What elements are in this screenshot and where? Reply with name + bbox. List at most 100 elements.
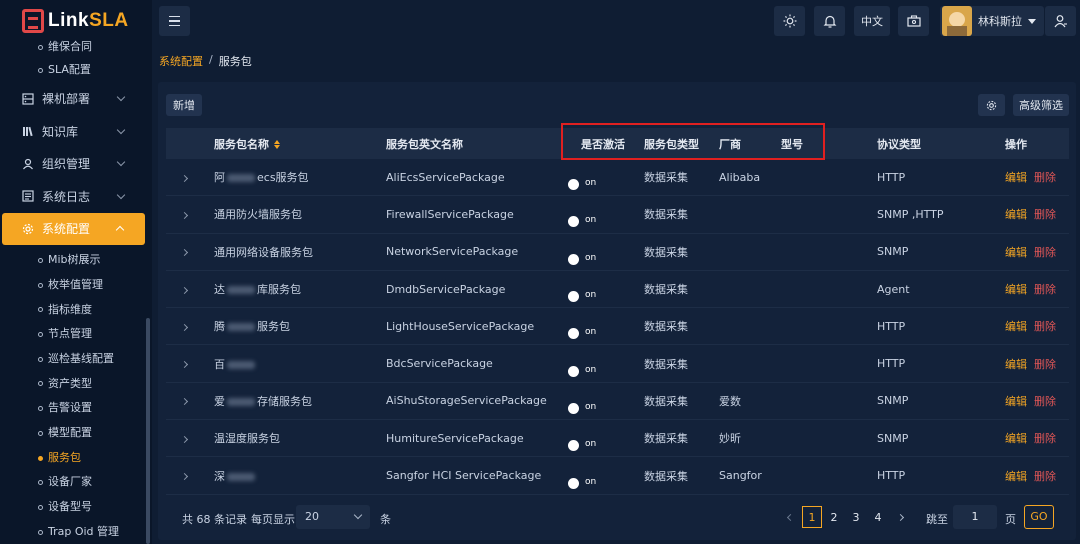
toolbox-button[interactable] (898, 6, 929, 36)
sidebar-item-maintenance-contract[interactable]: 维保合同 (0, 36, 146, 58)
package-name: 达库服务包 (214, 283, 301, 297)
chevron-right-icon (180, 435, 189, 443)
sidebar-item-metric-dimension[interactable]: 指标维度 (0, 298, 146, 323)
sidebar-item-device-model[interactable]: 设备型号 (0, 495, 146, 520)
bullet-icon (38, 282, 43, 288)
advanced-filter-button[interactable]: 高级筛选 (1013, 94, 1069, 116)
notification-button[interactable] (814, 6, 845, 36)
sidebar-group-baremetal[interactable]: 裸机部署 (0, 83, 146, 116)
table-row[interactable]: 通用防火墙服务包 FirewallServicePackage on 数据采集 SNMP… (166, 196, 1069, 234)
sidebar-group-system-config[interactable]: 系统配置 (2, 212, 145, 246)
page-4-button[interactable]: 4 (868, 506, 888, 528)
sidebar-item-enum[interactable]: 枚举值管理 (0, 273, 146, 298)
expand-row-button[interactable] (180, 208, 189, 221)
column-settings-button[interactable] (978, 94, 1005, 116)
bullet-icon (38, 67, 43, 73)
sort-icon[interactable] (274, 140, 280, 149)
breadcrumb-current: 服务包 (218, 55, 252, 68)
table-row[interactable]: 达库服务包 DmdbServicePackage on 数据采集 Agent 编辑 删除 (166, 271, 1069, 309)
page-2-button[interactable]: 2 (824, 506, 844, 528)
page-size-select[interactable]: 20 (296, 505, 370, 529)
sidebar-item-service-package[interactable]: 服务包 (0, 446, 146, 471)
page-1-button[interactable]: 1 (802, 506, 822, 528)
edit-button[interactable]: 编辑 (1005, 393, 1027, 409)
delete-button[interactable]: 删除 (1034, 393, 1056, 409)
expand-row-button[interactable] (180, 357, 189, 370)
sidebar-group-org[interactable]: 组织管理 (0, 148, 146, 181)
sidebar-item-device-vendor[interactable]: 设备厂家 (0, 470, 146, 495)
sidebar-item-asset-type[interactable]: 资产类型 (0, 372, 146, 397)
sidebar-item-alert-settings[interactable]: 告警设置 (0, 396, 146, 421)
sidebar-group-logs[interactable]: 系统日志 (0, 180, 146, 213)
delete-button[interactable]: 删除 (1034, 244, 1056, 260)
package-en-name: NetworkServicePackage (386, 245, 519, 259)
bullet-icon (38, 480, 43, 486)
sidebar-item-model-config[interactable]: 模型配置 (0, 421, 146, 446)
expand-row-button[interactable] (180, 245, 189, 258)
sidebar-item-node[interactable]: 节点管理 (0, 322, 146, 347)
user-menu[interactable]: 林科斯拉 (940, 6, 1044, 36)
package-name: 通用防火墙服务包 (214, 208, 302, 222)
prev-page-button[interactable] (780, 506, 800, 528)
package-protocol: Agent (877, 282, 910, 296)
edit-button[interactable]: 编辑 (1005, 169, 1027, 185)
sidebar-item-sla-config[interactable]: SLA配置 (0, 58, 146, 83)
delete-button[interactable]: 删除 (1034, 169, 1056, 185)
package-name: 通用网络设备服务包 (214, 245, 313, 259)
delete-button[interactable]: 删除 (1034, 206, 1056, 222)
breadcrumb-parent[interactable]: 系统配置 (159, 53, 203, 69)
delete-button[interactable]: 删除 (1034, 318, 1056, 334)
table-row[interactable]: 腾服务包 LightHouseServicePackage on 数据采集 HTTP 编辑… (166, 308, 1069, 346)
sidebar-item-inspection-baseline[interactable]: 巡检基线配置 (0, 347, 146, 372)
package-en-name: HumitureServicePackage (386, 431, 524, 445)
expand-row-button[interactable] (180, 320, 189, 333)
sidebar-item-mib-tree[interactable]: Mib树展示 (0, 248, 146, 273)
edit-button[interactable]: 编辑 (1005, 356, 1027, 372)
expand-row-button[interactable] (180, 283, 189, 296)
sidebar-scrollbar[interactable] (146, 318, 150, 544)
expand-row-button[interactable] (180, 469, 189, 482)
package-protocol: SNMP (877, 394, 909, 408)
bullet-icon (38, 529, 43, 535)
column-header-name[interactable]: 服务包名称 (214, 136, 280, 152)
jump-page-input[interactable]: 1 (953, 505, 997, 529)
edit-button[interactable]: 编辑 (1005, 430, 1027, 446)
table-row[interactable]: 通用网络设备服务包 NetworkServicePackage on 数据采集 SNMP… (166, 234, 1069, 271)
chevron-down-icon (116, 158, 126, 167)
edit-button[interactable]: 编辑 (1005, 468, 1027, 484)
edit-button[interactable]: 编辑 (1005, 244, 1027, 260)
bullet-icon (38, 356, 43, 362)
gear-icon (986, 100, 997, 110)
package-en-name: FirewallServicePackage (386, 207, 514, 221)
add-button[interactable]: 新增 (166, 94, 202, 116)
table-row[interactable]: 爱存储服务包 AiShuStorageServicePackage on 数据采集 爱数… (166, 383, 1069, 421)
edit-button[interactable]: 编辑 (1005, 318, 1027, 334)
table-row[interactable]: 温湿度服务包 HumitureServicePackage on 数据采集 妙昕 SNMP… (166, 420, 1069, 458)
table-row[interactable]: 深 Sangfor HCI ServicePackage on 数据采集 Sangfor… (166, 457, 1069, 495)
sidebar-group-knowledge[interactable]: 知识库 (0, 115, 146, 148)
sidebar-item-trap-oid[interactable]: Trap Oid 管理 (0, 520, 146, 544)
profile-button[interactable] (1045, 6, 1076, 36)
language-button[interactable]: 中文 (854, 6, 890, 36)
delete-button[interactable]: 删除 (1034, 468, 1056, 484)
menu-toggle-button[interactable] (159, 6, 190, 36)
theme-toggle-button[interactable] (774, 6, 805, 36)
delete-button[interactable]: 删除 (1034, 430, 1056, 446)
redacted-mark (227, 323, 255, 332)
package-name: 百 (214, 356, 257, 372)
table-row[interactable]: 阿 ecs服务包 AliEcsServicePackage on 数据采集 Alibaba… (166, 159, 1069, 197)
bullet-icon (38, 406, 43, 412)
expand-row-button[interactable] (180, 432, 189, 445)
page-3-button[interactable]: 3 (846, 506, 866, 528)
expand-row-button[interactable] (180, 394, 189, 407)
user-icon (1054, 15, 1067, 28)
next-page-button[interactable] (890, 506, 910, 528)
delete-button[interactable]: 删除 (1034, 356, 1056, 372)
go-button[interactable]: GO (1024, 505, 1054, 529)
table-row[interactable]: 百 BdcServicePackage on 数据采集 HTTP 编辑 删除 (166, 345, 1069, 383)
delete-button[interactable]: 删除 (1034, 281, 1056, 297)
edit-button[interactable]: 编辑 (1005, 281, 1027, 297)
expand-row-button[interactable] (180, 171, 189, 184)
edit-button[interactable]: 编辑 (1005, 206, 1027, 222)
chevron-right-icon (180, 361, 189, 369)
